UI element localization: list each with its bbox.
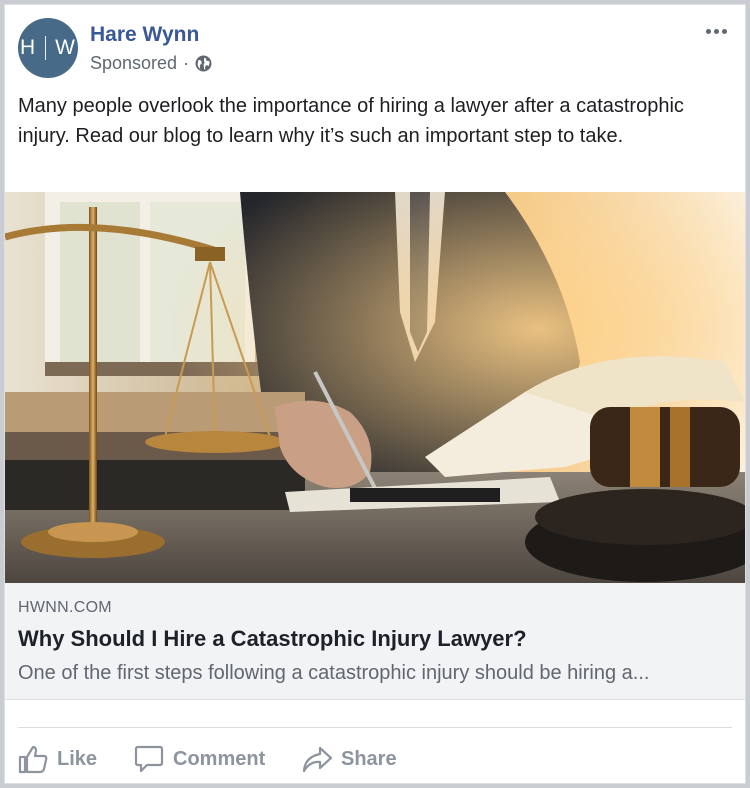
meta-separator: · <box>183 53 190 73</box>
actions-divider <box>18 727 732 728</box>
avatar-divider <box>45 36 47 60</box>
more-dot <box>713 28 719 34</box>
page-name-link[interactable]: Hare Wynn <box>90 23 199 47</box>
post-meta: Sponsored · <box>90 53 212 74</box>
comment-button[interactable]: Comment <box>133 743 265 775</box>
link-domain: HWNN.COM <box>18 599 112 616</box>
share-label: Share <box>341 747 397 770</box>
post-body-text: Many people overlook the importance of h… <box>18 95 684 147</box>
link-preview-image[interactable] <box>5 192 745 583</box>
avatar-initial-h: H <box>20 36 37 59</box>
like-button[interactable]: Like <box>17 743 97 775</box>
avatar-initial-w: W <box>55 36 76 59</box>
link-preview-box[interactable]: HWNN.COM Why Should I Hire a Catastrophi… <box>5 583 745 700</box>
post-actions-bar: Like Comment Share <box>5 735 745 781</box>
link-description: One of the first steps following a catas… <box>18 662 650 684</box>
more-options-icon[interactable] <box>699 19 733 43</box>
link-headline[interactable]: Why Should I Hire a Catastrophic Injury … <box>18 626 527 652</box>
comment-label: Comment <box>173 747 266 770</box>
sponsored-post-card: H W Hare Wynn Sponsored · Many people ov… <box>4 4 746 784</box>
comment-bubble-icon <box>134 745 164 773</box>
share-arrow-icon <box>302 746 333 773</box>
more-dot <box>705 28 711 34</box>
share-button[interactable]: Share <box>301 743 397 775</box>
more-dot <box>721 28 727 34</box>
thumbs-up-icon <box>18 745 48 774</box>
globe-icon[interactable] <box>195 55 212 72</box>
page-avatar[interactable]: H W <box>18 18 78 78</box>
like-label: Like <box>57 747 98 770</box>
sponsored-label[interactable]: Sponsored <box>90 53 177 74</box>
